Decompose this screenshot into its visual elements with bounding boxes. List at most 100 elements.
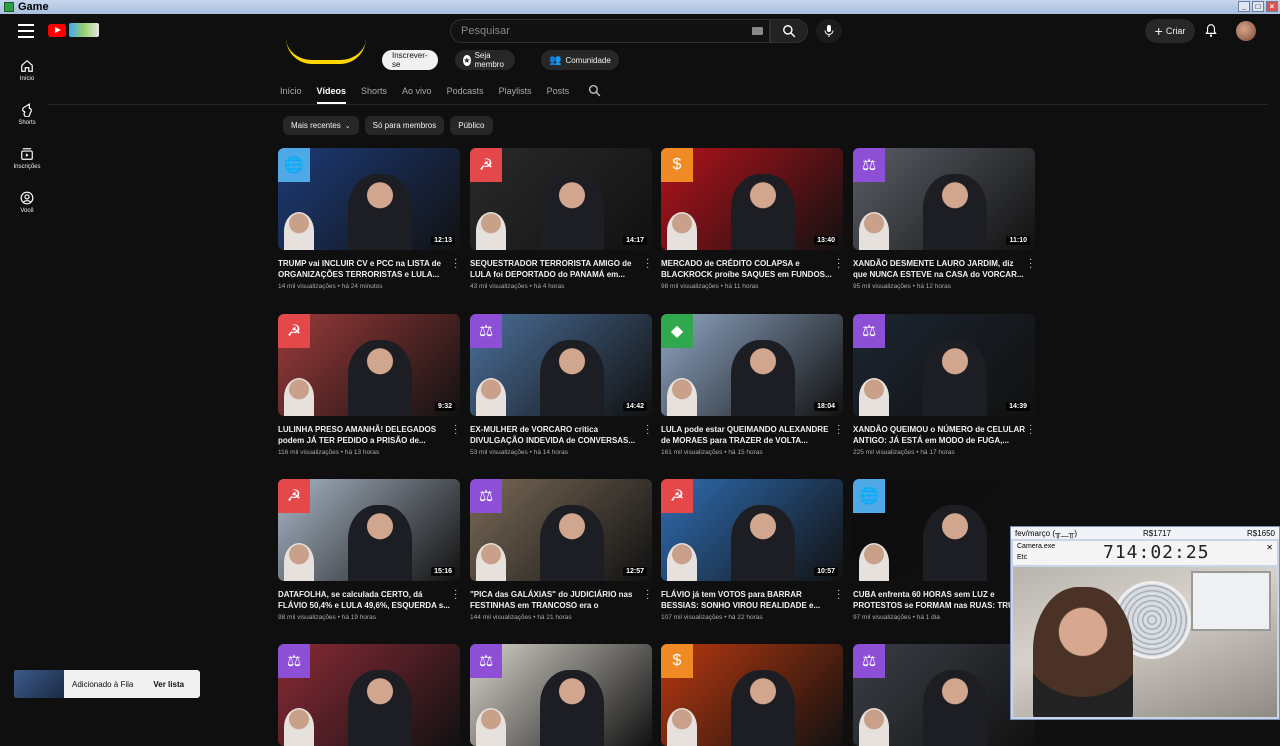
- maximize-button[interactable]: □: [1252, 1, 1264, 12]
- community-button[interactable]: 👥 Comunidade: [541, 50, 619, 70]
- minimize-button[interactable]: _: [1238, 1, 1250, 12]
- video-title[interactable]: LULINHA PRESO AMANHÃ! DELEGADOS podem JÁ…: [278, 424, 450, 446]
- tab-posts[interactable]: Posts: [547, 82, 570, 104]
- search-button[interactable]: [770, 19, 808, 43]
- hammer-sickle-icon: ☭: [661, 479, 693, 513]
- video-title[interactable]: TRUMP vai INCLUIR CV e PCC na LISTA de O…: [278, 258, 450, 280]
- voice-search-button[interactable]: [816, 19, 842, 43]
- video-thumbnail[interactable]: ☭ 10:57: [661, 479, 843, 581]
- video-thumbnail[interactable]: 🌐: [853, 479, 1035, 581]
- more-options-icon[interactable]: ···: [646, 421, 652, 439]
- tab-home[interactable]: Início: [280, 82, 302, 104]
- video-card[interactable]: $: [661, 644, 843, 746]
- video-card[interactable]: 🌐 12:13 TRUMP vai INCLUIR CV e PCC na LIST…: [278, 148, 460, 290]
- more-options-icon[interactable]: ···: [1029, 255, 1035, 273]
- video-card[interactable]: ☭ 15:16 DATAFOLHA, se calculada CERTO, dá …: [278, 479, 460, 621]
- subscribe-button[interactable]: Inscrever-se: [382, 50, 438, 70]
- sidebar-item-home[interactable]: Início: [0, 48, 54, 92]
- video-card[interactable]: ⚖: [853, 644, 1035, 746]
- sidebar-item-you[interactable]: Você: [0, 180, 54, 224]
- video-title[interactable]: FLÁVIO já tem VOTOS para BARRAR BESSIAS:…: [661, 589, 833, 611]
- more-options-icon[interactable]: ···: [454, 586, 460, 604]
- video-card[interactable]: ⚖ 14:42 EX-MULHER de VORCARO critica DIVUL…: [470, 314, 652, 456]
- video-thumbnail[interactable]: ☭ 15:16: [278, 479, 460, 581]
- video-card[interactable]: ☭ 9:32 LULINHA PRESO AMANHÃ! DELEGADOS pod…: [278, 314, 460, 456]
- more-options-icon[interactable]: ···: [1029, 421, 1035, 439]
- close-button[interactable]: ×: [1266, 1, 1278, 12]
- video-thumbnail[interactable]: ⚖ 14:42: [470, 314, 652, 416]
- video-thumbnail[interactable]: ◆ 18:04: [661, 314, 843, 416]
- video-duration: 14:17: [623, 236, 647, 245]
- more-options-icon[interactable]: ···: [837, 255, 843, 273]
- video-thumbnail[interactable]: ⚖ 11:10: [853, 148, 1035, 250]
- video-thumbnail[interactable]: 🌐 12:13: [278, 148, 460, 250]
- view-queue-button[interactable]: Ver lista: [153, 680, 184, 689]
- video-card[interactable]: $13:40 MERCADO de CRÉDITO COLAPSA e BLACK…: [661, 148, 843, 290]
- video-card[interactable]: ⚖ 12:57 "PICA das GALÁXIAS" do JUDICIÁRIO …: [470, 479, 652, 621]
- close-icon[interactable]: ✕: [1266, 543, 1273, 552]
- video-thumbnail[interactable]: ⚖ 12:57: [470, 479, 652, 581]
- video-title[interactable]: CUBA enfrenta 60 HORAS sem LUZ e PROTEST…: [853, 589, 1025, 611]
- join-membership-button[interactable]: ★ Seja membro: [455, 50, 516, 70]
- more-options-icon[interactable]: ···: [646, 586, 652, 604]
- video-thumbnail[interactable]: ⚖ 14:39: [853, 314, 1035, 416]
- video-card[interactable]: ⚖ 14:39 XANDÃO QUEIMOU o NÚMERO de CELULAR…: [853, 314, 1035, 456]
- video-card[interactable]: ⚖: [278, 644, 460, 746]
- tab-podcasts[interactable]: Podcasts: [447, 82, 484, 104]
- video-title[interactable]: DATAFOLHA, se calculada CERTO, dá FLÁVIO…: [278, 589, 450, 611]
- account-avatar[interactable]: [1236, 21, 1256, 41]
- tab-live[interactable]: Ao vivo: [402, 82, 432, 104]
- search-input[interactable]: Pesquisar: [450, 19, 770, 43]
- sidebar-item-shorts[interactable]: Shorts: [0, 92, 54, 136]
- video-card[interactable]: ⚖: [470, 644, 652, 746]
- sort-dropdown[interactable]: Mais recentes ⌄: [283, 116, 359, 135]
- video-title[interactable]: XANDÃO DESMENTE LAURO JARDIM, diz que NU…: [853, 258, 1025, 280]
- video-card[interactable]: ⚖ 11:10 XANDÃO DESMENTE LAURO JARDIM, diz …: [853, 148, 1035, 290]
- video-thumbnail[interactable]: ⚖: [853, 644, 1035, 746]
- menu-icon[interactable]: [18, 24, 34, 38]
- video-meta: 53 mil visualizações • há 14 horas: [470, 449, 652, 456]
- chip-members-only[interactable]: Só para membros: [364, 116, 445, 135]
- video-title[interactable]: SEQUESTRADOR TERRORISTA AMIGO de LULA fo…: [470, 258, 642, 280]
- more-options-icon[interactable]: ···: [646, 255, 652, 273]
- video-card[interactable]: ☭ 10:57 FLÁVIO já tem VOTOS para BARRAR BE…: [661, 479, 843, 621]
- create-button[interactable]: + Criar: [1145, 19, 1195, 43]
- more-options-icon[interactable]: ···: [837, 421, 843, 439]
- video-views: 97 mil visualizações: [853, 614, 911, 621]
- video-age: há 11 horas: [724, 283, 759, 290]
- tab-shorts[interactable]: Shorts: [361, 82, 387, 104]
- video-thumbnail[interactable]: ☭ 14:17: [470, 148, 652, 250]
- video-duration: 18:04: [814, 402, 838, 411]
- youtube-logo[interactable]: [48, 23, 99, 37]
- video-title[interactable]: MERCADO de CRÉDITO COLAPSA e BLACKROCK p…: [661, 258, 833, 280]
- star-badge-icon: ★: [463, 54, 471, 66]
- video-title[interactable]: LULA pode estar QUEIMANDO ALEXANDRE de M…: [661, 424, 833, 446]
- video-card[interactable]: ☭ 14:17 SEQUESTRADOR TERRORISTA AMIGO de L…: [470, 148, 652, 290]
- member-label: Seja membro: [474, 51, 504, 69]
- notifications-button[interactable]: [1204, 23, 1218, 43]
- video-meta: 225 mil visualizações • há 17 horas: [853, 449, 1035, 456]
- video-thumbnail[interactable]: $13:40: [661, 148, 843, 250]
- camera-menu[interactable]: Etc: [1017, 554, 1027, 561]
- video-title[interactable]: XANDÃO QUEIMOU o NÚMERO de CELULAR ANTIG…: [853, 424, 1025, 446]
- more-options-icon[interactable]: ···: [837, 586, 843, 604]
- video-card[interactable]: 🌐 CUBA enfrenta 60 HORAS sem LUZ e PROTES…: [853, 479, 1035, 621]
- channel-search-button[interactable]: [588, 82, 601, 104]
- chip-public[interactable]: Público: [450, 116, 493, 135]
- tab-playlists[interactable]: Playlists: [499, 82, 532, 104]
- thumbnail-subject: [923, 670, 987, 746]
- keyboard-icon[interactable]: [752, 27, 763, 35]
- more-options-icon[interactable]: ···: [454, 421, 460, 439]
- video-title[interactable]: "PICA das GALÁXIAS" do JUDICIÁRIO nas FE…: [470, 589, 642, 611]
- video-thumbnail[interactable]: ☭ 9:32: [278, 314, 460, 416]
- video-thumbnail[interactable]: ⚖: [278, 644, 460, 746]
- video-title[interactable]: EX-MULHER de VORCARO critica DIVULGAÇÃO …: [470, 424, 642, 446]
- video-thumbnail[interactable]: ⚖: [470, 644, 652, 746]
- video-card[interactable]: ◆ 18:04 LULA pode estar QUEIMANDO ALEXANDR…: [661, 314, 843, 456]
- host-image: [476, 378, 506, 416]
- tab-videos[interactable]: Vídeos: [316, 82, 347, 104]
- video-thumbnail[interactable]: $: [661, 644, 843, 746]
- sidebar-item-subscriptions[interactable]: Inscrições: [0, 136, 54, 180]
- more-options-icon[interactable]: ···: [454, 255, 460, 273]
- video-views: 95 mil visualizações: [853, 283, 911, 290]
